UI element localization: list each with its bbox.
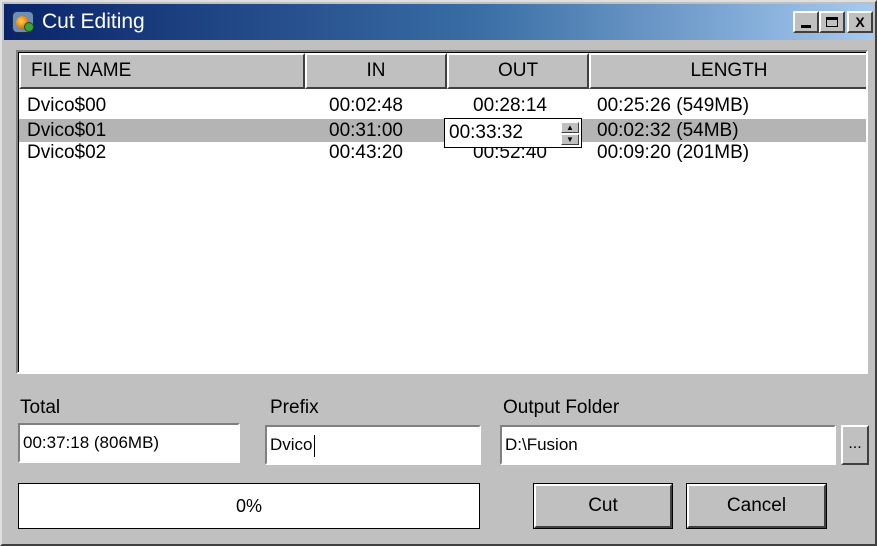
prefix-input[interactable]: Dvico — [265, 425, 481, 465]
cell-length: 00:02:32 (54MB) — [597, 120, 739, 141]
cell-out: 00:28:14 — [473, 95, 547, 116]
window-title: Cut Editing — [42, 10, 145, 33]
total-value: 00:37:18 (806MB) — [23, 433, 160, 452]
output-folder-input[interactable]: D:\Fusion — [500, 425, 836, 465]
minimize-button[interactable] — [793, 11, 819, 33]
title-bar[interactable]: Cut Editing X — [4, 4, 873, 40]
column-header-in[interactable]: IN — [305, 53, 447, 89]
output-folder-value: D:\Fusion — [505, 435, 578, 454]
spin-up-icon[interactable]: ▲ — [561, 122, 579, 133]
maximize-icon — [826, 17, 838, 27]
out-time-spinner[interactable]: ▲ ▼ — [444, 118, 582, 148]
output-folder-label: Output Folder — [503, 397, 620, 418]
total-label: Total — [20, 397, 61, 418]
spinner-buttons: ▲ ▼ — [561, 122, 579, 145]
out-time-input[interactable] — [447, 121, 563, 145]
file-list[interactable]: FILE NAME IN OUT LENGTH Dvico$00 00:02:4… — [16, 50, 868, 374]
app-icon[interactable] — [12, 11, 34, 33]
cell-length: 00:25:26 (549MB) — [597, 95, 750, 116]
cut-button[interactable]: Cut — [533, 483, 673, 529]
column-header-file-name[interactable]: FILE NAME — [19, 53, 305, 89]
cell-in: 00:31:00 — [329, 120, 403, 141]
text-caret — [313, 434, 315, 457]
cancel-button[interactable]: Cancel — [686, 483, 827, 529]
list-header: FILE NAME IN OUT LENGTH — [19, 53, 866, 89]
close-icon: X — [855, 14, 865, 30]
table-row[interactable]: Dvico$00 00:02:48 00:28:14 00:25:26 (549… — [19, 94, 866, 117]
maximize-button[interactable] — [819, 11, 845, 33]
cell-file-name: Dvico$02 — [27, 142, 107, 163]
cell-length: 00:09:20 (201MB) — [597, 142, 750, 163]
cell-file-name: Dvico$00 — [27, 95, 107, 116]
cell-file-name: Dvico$01 — [27, 120, 107, 141]
cell-in: 00:02:48 — [329, 95, 403, 116]
spin-down-icon[interactable]: ▼ — [561, 134, 579, 145]
progress-bar: 0% — [18, 483, 480, 529]
column-header-out[interactable]: OUT — [447, 53, 589, 89]
cell-in: 00:43:20 — [329, 142, 403, 163]
prefix-value: Dvico — [270, 435, 313, 454]
total-field[interactable]: 00:37:18 (806MB) — [18, 423, 240, 463]
browse-button[interactable]: ... — [841, 425, 869, 465]
file-list-inner: FILE NAME IN OUT LENGTH Dvico$00 00:02:4… — [18, 52, 866, 372]
minimize-icon — [801, 24, 811, 28]
column-header-length[interactable]: LENGTH — [589, 53, 866, 89]
prefix-label: Prefix — [270, 397, 319, 418]
progress-text: 0% — [235, 496, 262, 516]
close-button[interactable]: X — [847, 11, 873, 33]
